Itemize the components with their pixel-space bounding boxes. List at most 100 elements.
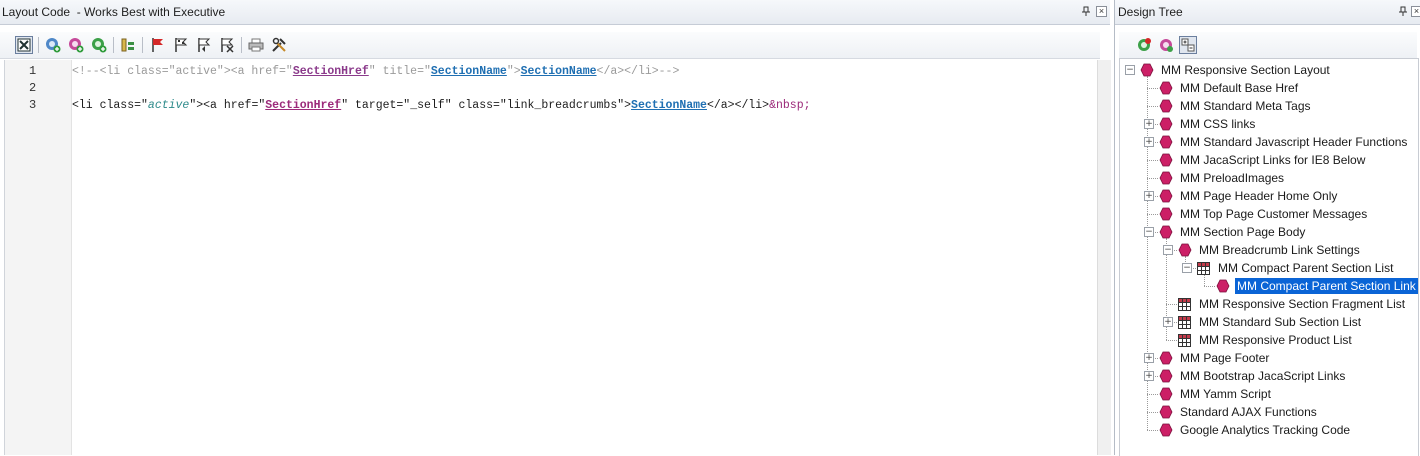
pin-icon[interactable] (1398, 6, 1408, 17)
tree-node-label: MM Default Base Href (1180, 81, 1299, 95)
flag-icon[interactable] (172, 36, 190, 54)
tree-node[interactable]: MM CSS links (1159, 115, 1257, 133)
close-icon[interactable]: × (1411, 6, 1420, 17)
tree-node-label: MM Standard Javascript Header Functions (1180, 135, 1408, 149)
tree-node[interactable]: MM Responsive Section Fragment List (1178, 295, 1407, 313)
code-token: </a></li>--> (596, 65, 680, 78)
attr-value-token: active (147, 99, 190, 112)
expand-icon[interactable]: + (1144, 353, 1154, 363)
tree-node[interactable]: MM Compact Parent Section List (1197, 259, 1395, 277)
add-link-icon[interactable] (90, 36, 108, 54)
collapse-all-icon[interactable] (1179, 36, 1197, 54)
tree-node[interactable]: MM Top Page Customer Messages (1159, 205, 1369, 223)
tree-node[interactable]: MM Standard Javascript Header Functions (1159, 133, 1409, 151)
hexagon-node-icon (1159, 99, 1173, 113)
hexagon-node-icon (1216, 279, 1230, 293)
code-token: "> (506, 65, 521, 78)
tree-node-label: MM Compact Parent Section Link (1235, 278, 1418, 294)
fold-column (57, 60, 72, 455)
add-section-icon[interactable] (44, 36, 62, 54)
tree-node-label: MM Breadcrumb Link Settings (1199, 243, 1360, 257)
code-line-1[interactable]: <!--<li class="active"><a href="SectionH… (72, 65, 679, 78)
code-line-3[interactable]: <li class="active"><a href="SectionHref"… (72, 99, 811, 112)
code-token: <!--<li class="active"><a href=" (72, 65, 293, 78)
code-token: "><a href=" (189, 99, 266, 112)
tree-node[interactable]: MM Standard Meta Tags (1159, 97, 1313, 115)
tree-node[interactable]: MM Responsive Section Layout (1140, 61, 1332, 79)
tree-node[interactable]: MM Bootstrap JacaScript Links (1159, 367, 1347, 385)
layout-toolbar (0, 32, 1100, 59)
tree-node-label: MM Compact Parent Section List (1218, 261, 1394, 275)
variable-token[interactable]: SectionHref (293, 65, 369, 78)
print-icon[interactable] (247, 36, 265, 54)
tree-node[interactable]: MM Page Footer (1159, 349, 1271, 367)
tree-node[interactable]: MM Breadcrumb Link Settings (1178, 241, 1362, 259)
design-tree[interactable]: MM Responsive Section Layout − MM Default … (1119, 58, 1419, 456)
hexagon-node-icon (1159, 369, 1173, 383)
hexagon-node-icon (1159, 423, 1173, 437)
tree-node[interactable]: Standard AJAX Functions (1159, 403, 1319, 421)
tree-node-label: MM PreloadImages (1180, 171, 1285, 185)
insert-snippet-icon[interactable] (119, 36, 137, 54)
code-token: <li class=" (72, 99, 148, 112)
tree-node-label: MM Page Footer (1180, 351, 1270, 365)
close-icon[interactable]: × (1096, 6, 1107, 17)
tree-node[interactable]: MM Standard Sub Section List (1178, 313, 1363, 331)
tree-node-label: MM Standard Sub Section List (1199, 315, 1362, 329)
tree-node-label: MM Yamm Script (1180, 387, 1271, 401)
code-editor[interactable]: 1 2 3 <!--<li class="active"><a href="Se… (4, 60, 1098, 455)
collapse-icon[interactable]: − (1163, 245, 1173, 255)
add-node-icon[interactable] (1135, 36, 1153, 54)
hexagon-node-icon (1159, 117, 1173, 131)
tree-node[interactable]: MM Page Header Home Only (1159, 187, 1339, 205)
tree-node[interactable]: MM Section Page Body (1159, 223, 1307, 241)
tree-node[interactable]: MM Responsive Product List (1178, 331, 1354, 349)
expand-icon[interactable]: + (1163, 317, 1173, 327)
flag-clear-icon[interactable] (218, 36, 236, 54)
line-number: 3 (29, 98, 37, 112)
add-variable-icon[interactable] (67, 36, 85, 54)
toggle-view-icon[interactable] (15, 36, 33, 54)
layout-code-panel: Layout Code - Works Best with Executive … (0, 0, 1111, 455)
remove-node-icon[interactable] (1157, 36, 1175, 54)
hexagon-node-icon (1178, 243, 1192, 257)
expand-icon[interactable]: + (1144, 137, 1154, 147)
expand-icon[interactable]: + (1144, 119, 1154, 129)
red-flag-icon[interactable] (149, 36, 167, 54)
hexagon-node-icon (1159, 387, 1173, 401)
panel-title: Layout Code - Works Best with Executive (2, 5, 226, 19)
collapse-icon[interactable]: − (1182, 263, 1192, 273)
variable-token[interactable]: SectionHref (265, 99, 341, 112)
tree-node-label: MM CSS links (1180, 117, 1256, 131)
hexagon-node-icon (1140, 63, 1154, 77)
expand-icon[interactable]: + (1144, 371, 1154, 381)
code-token: </a></li> (706, 99, 770, 112)
tree-node-label: MM Page Header Home Only (1180, 189, 1338, 203)
line-number: 1 (29, 64, 37, 78)
tree-node[interactable]: MM Yamm Script (1159, 385, 1273, 403)
hexagon-node-icon (1159, 225, 1173, 239)
link-token[interactable]: SectionName (521, 65, 597, 78)
tree-node[interactable]: MM Compact Parent Section Link (1216, 277, 1418, 295)
tree-node[interactable]: MM Default Base Href (1159, 79, 1300, 97)
tree-node[interactable]: MM JacaScript Links for IE8 Below (1159, 151, 1367, 169)
tree-node[interactable]: MM PreloadImages (1159, 169, 1286, 187)
pin-icon[interactable] (1081, 6, 1091, 17)
hexagon-node-icon (1159, 81, 1173, 95)
tools-icon[interactable] (270, 36, 288, 54)
vertical-scrollbar[interactable] (1097, 60, 1111, 455)
list-node-icon (1178, 333, 1191, 347)
tree-node-label: MM Responsive Product List (1199, 333, 1352, 347)
collapse-icon[interactable]: − (1144, 227, 1154, 237)
link-token[interactable]: SectionName (631, 99, 707, 112)
link-token[interactable]: SectionName (431, 65, 507, 78)
collapse-icon[interactable]: − (1125, 65, 1135, 75)
tree-node-label: MM Responsive Section Fragment List (1199, 297, 1406, 311)
flag-back-icon[interactable] (195, 36, 213, 54)
expand-icon[interactable]: + (1144, 191, 1154, 201)
tree-node-label: MM Section Page Body (1180, 225, 1306, 239)
hexagon-node-icon (1159, 189, 1173, 203)
line-number: 2 (29, 81, 37, 95)
tree-node[interactable]: Google Analytics Tracking Code (1159, 421, 1352, 439)
code-token: " title=" (368, 65, 431, 78)
